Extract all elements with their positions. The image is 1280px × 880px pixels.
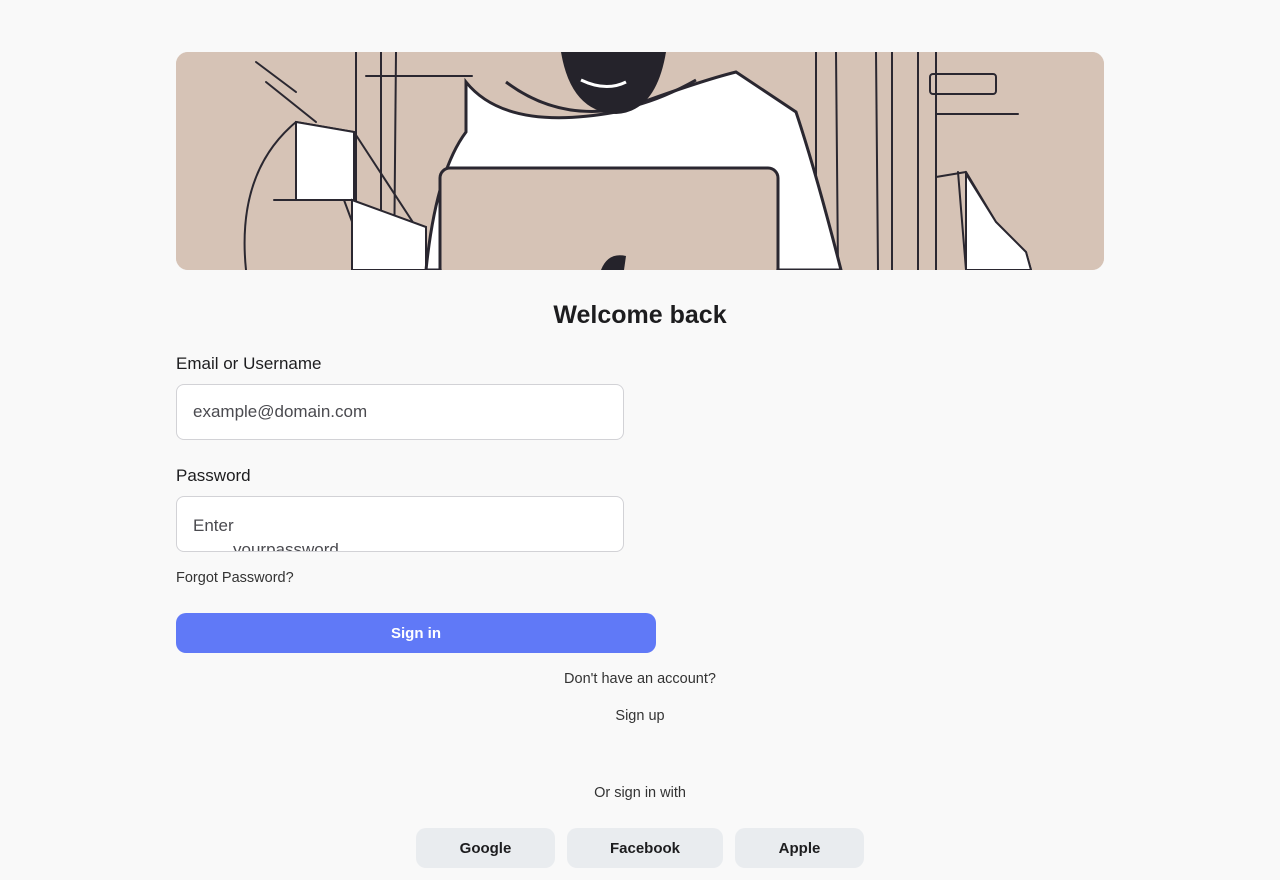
google-signin-button[interactable]: Google xyxy=(416,828,555,868)
password-field-wrapper: Enter yourpassword xyxy=(176,496,624,552)
person-with-laptop-illustration xyxy=(176,52,1104,270)
email-label: Email or Username xyxy=(176,354,322,373)
email-field-wrapper xyxy=(176,384,624,440)
sign-up-link[interactable]: Sign up xyxy=(0,708,1280,724)
hero-illustration xyxy=(176,52,1104,270)
social-signin-heading: Or sign in with xyxy=(594,785,686,801)
password-input[interactable] xyxy=(177,497,623,551)
password-label: Password xyxy=(176,466,251,485)
facebook-signin-button[interactable]: Facebook xyxy=(567,828,723,868)
page-title: Welcome back xyxy=(553,301,727,329)
signup-prompt: Don't have an account? xyxy=(564,671,716,687)
apple-signin-button[interactable]: Apple xyxy=(735,828,864,868)
sign-in-button[interactable]: Sign in xyxy=(176,613,656,653)
forgot-password-link[interactable]: Forgot Password? xyxy=(176,570,294,586)
email-input[interactable] xyxy=(177,385,623,439)
